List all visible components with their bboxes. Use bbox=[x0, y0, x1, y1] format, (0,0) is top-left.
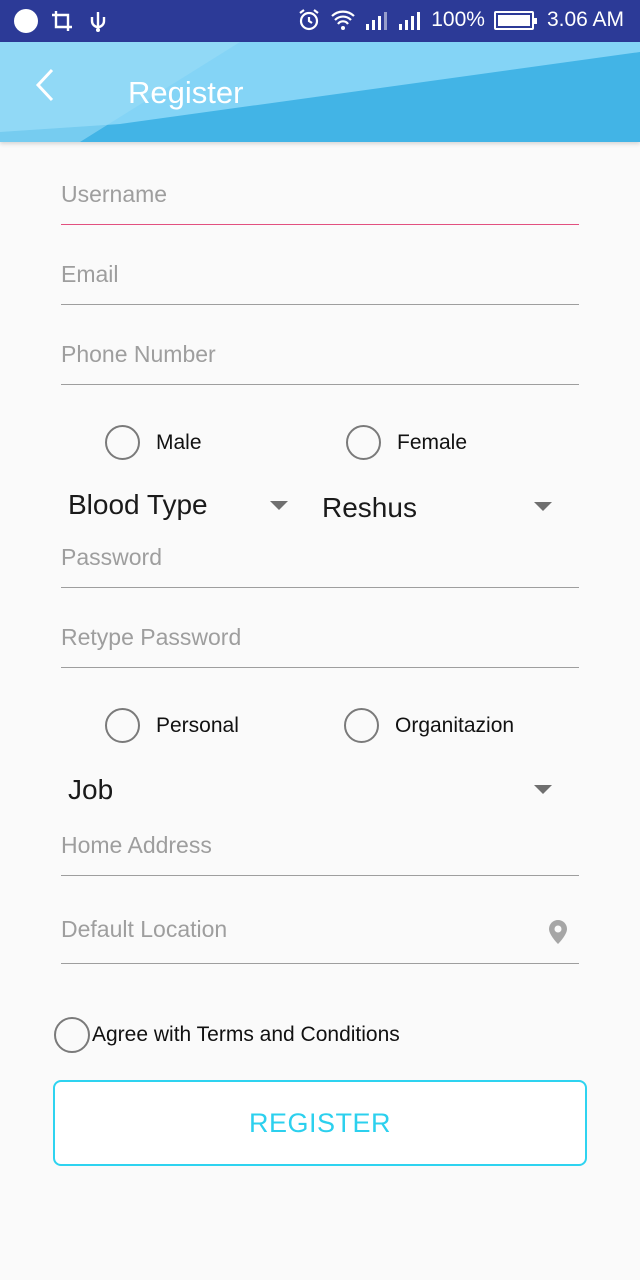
radio-male-label: Male bbox=[156, 430, 202, 454]
home-address-underline bbox=[61, 875, 579, 876]
blood-type-spinner[interactable]: Blood Type bbox=[68, 489, 290, 533]
usb-icon bbox=[90, 12, 106, 32]
default-location-placeholder: Default Location bbox=[61, 916, 228, 942]
status-bar: 100% 3.06 AM bbox=[0, 0, 640, 42]
notification-dot-icon bbox=[14, 9, 38, 33]
phone-number-underline bbox=[61, 384, 579, 385]
radio-personal[interactable]: Personal bbox=[105, 708, 239, 743]
radio-organization-label: Organitazion bbox=[395, 713, 515, 737]
blood-type-dropdown-icon bbox=[270, 501, 288, 510]
job-spinner[interactable]: Job bbox=[68, 774, 554, 818]
phone-number-field[interactable]: Phone Number bbox=[61, 341, 579, 385]
blood-type-value: Blood Type bbox=[68, 489, 208, 520]
battery-icon bbox=[493, 10, 537, 30]
password-underline bbox=[61, 587, 579, 588]
radio-organization-circle[interactable] bbox=[344, 708, 379, 743]
radio-female-label: Female bbox=[397, 430, 468, 454]
phone-number-placeholder: Phone Number bbox=[61, 341, 216, 367]
signal-icon-sim1 bbox=[366, 12, 388, 30]
default-location-field[interactable]: Default Location bbox=[61, 916, 579, 964]
username-placeholder: Username bbox=[61, 181, 168, 207]
home-address-placeholder: Home Address bbox=[61, 832, 212, 858]
back-chevron-icon[interactable] bbox=[26, 62, 70, 106]
radio-female[interactable]: Female bbox=[346, 425, 467, 460]
alarm-icon bbox=[299, 9, 319, 31]
register-button[interactable]: REGISTER bbox=[53, 1080, 587, 1166]
radio-male[interactable]: Male bbox=[105, 425, 202, 460]
radio-male-circle[interactable] bbox=[105, 425, 140, 460]
home-address-field[interactable]: Home Address bbox=[61, 832, 579, 876]
password-placeholder: Password bbox=[61, 544, 162, 570]
app-bar-background bbox=[0, 42, 640, 142]
retype-password-field[interactable]: Retype Password bbox=[61, 624, 579, 668]
radio-personal-circle[interactable] bbox=[105, 708, 140, 743]
job-dropdown-icon bbox=[534, 785, 552, 794]
retype-password-placeholder: Retype Password bbox=[61, 624, 242, 650]
email-underline bbox=[61, 304, 579, 305]
radio-female-circle[interactable] bbox=[346, 425, 381, 460]
map-pin-icon[interactable] bbox=[549, 920, 567, 944]
retype-password-underline bbox=[61, 667, 579, 668]
rhesus-value: Reshus bbox=[322, 492, 417, 523]
username-field[interactable]: Username bbox=[61, 181, 579, 225]
terms-circle[interactable] bbox=[54, 1017, 90, 1053]
page-title: Register bbox=[128, 75, 244, 110]
rhesus-dropdown-icon bbox=[534, 502, 552, 511]
default-location-underline bbox=[61, 963, 579, 964]
battery-percent: 100% bbox=[431, 8, 485, 31]
status-bar-left bbox=[14, 9, 110, 33]
signal-icon-sim2 bbox=[399, 12, 421, 30]
clock: 3.06 AM bbox=[546, 8, 624, 31]
email-placeholder: Email bbox=[61, 261, 119, 287]
rhesus-spinner[interactable]: Reshus bbox=[322, 492, 554, 536]
terms-label: Agree with Terms and Conditions bbox=[92, 1023, 400, 1046]
app-bar: Register bbox=[0, 42, 640, 142]
radio-organization[interactable]: Organitazion bbox=[344, 708, 514, 743]
username-underline bbox=[61, 224, 579, 225]
password-field[interactable]: Password bbox=[61, 544, 579, 588]
radio-personal-label: Personal bbox=[156, 713, 239, 737]
crop-icon bbox=[52, 11, 72, 31]
email-field[interactable]: Email bbox=[61, 261, 579, 305]
status-bar-right: 100% 3.06 AM bbox=[297, 8, 624, 32]
terms-checkbox[interactable]: Agree with Terms and Conditions bbox=[54, 1017, 400, 1053]
wifi-icon bbox=[331, 10, 355, 30]
job-value: Job bbox=[68, 774, 114, 805]
